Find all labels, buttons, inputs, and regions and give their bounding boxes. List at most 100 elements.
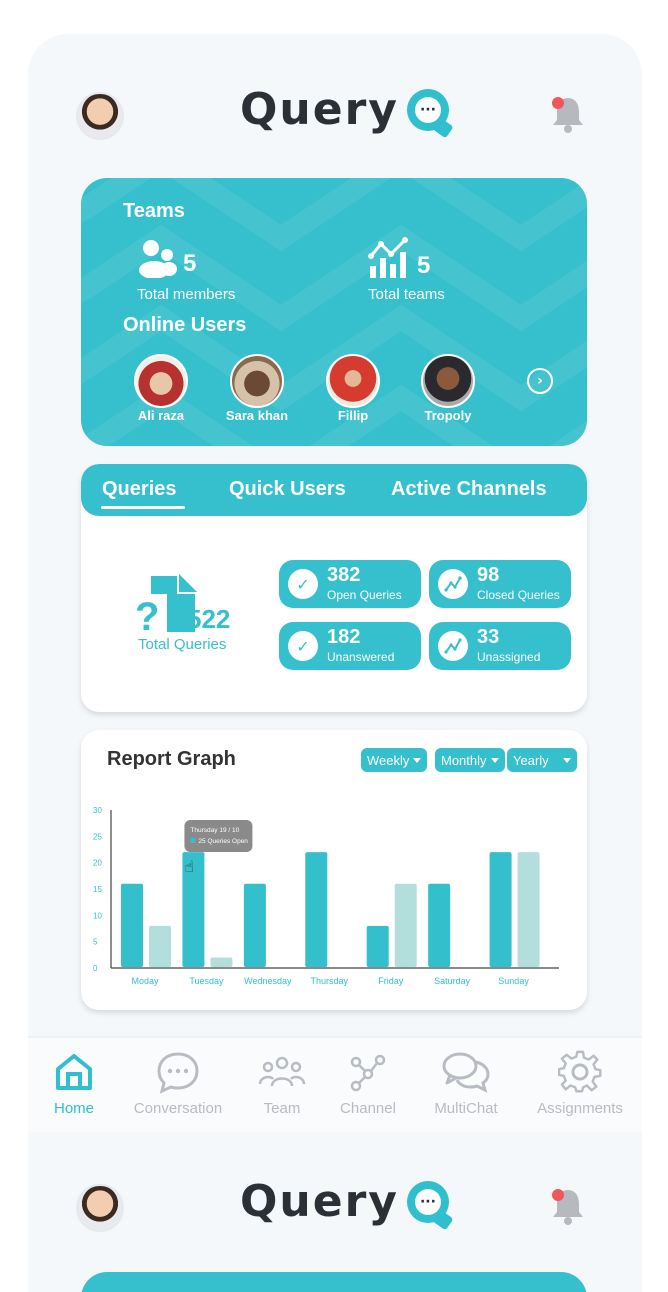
nav-channel[interactable]: Channel	[320, 1050, 416, 1117]
filter-label: Weekly	[367, 752, 410, 768]
stat-value: 382	[327, 564, 361, 586]
x-tick-label: Thursday	[311, 976, 349, 986]
chat-bubble-icon: ···	[406, 88, 449, 131]
teams-count: 5	[417, 252, 431, 279]
bottom-nav: Home Conversation Team Channel MultiChat…	[28, 1036, 642, 1132]
home-icon	[56, 1054, 92, 1090]
teams-card: Teams 5 Total members 5 Total teams Onli…	[81, 178, 587, 446]
next-users-button[interactable]: ›	[527, 368, 553, 394]
stat-label: Open Queries	[327, 588, 402, 602]
user-avatar	[421, 354, 475, 408]
online-user[interactable]: Ali raza	[121, 354, 201, 423]
teams-label: Total teams	[368, 286, 445, 303]
y-tick-label: 5	[93, 938, 98, 947]
stat-value: 182	[327, 626, 361, 648]
bar	[121, 883, 143, 967]
tab-queries[interactable]: Queries	[102, 478, 176, 501]
bar	[366, 925, 389, 967]
profile-avatar[interactable]	[76, 1184, 124, 1232]
y-tick-label: 25	[93, 832, 102, 841]
tooltip-title: Thursday 19 / 10	[190, 827, 239, 834]
members-count: 5	[183, 250, 197, 277]
chat-icon	[157, 1052, 199, 1094]
nav-conversation[interactable]: Conversation	[130, 1050, 226, 1117]
y-tick-label: 10	[93, 911, 102, 920]
x-tick-label: Sunday	[498, 976, 529, 986]
nav-label: MultiChat	[434, 1100, 498, 1117]
hand-cursor-icon: ☝	[184, 857, 194, 876]
unassigned-stat[interactable]: 33 Unassigned	[429, 622, 571, 670]
graph-title: Report Graph	[107, 748, 236, 770]
bar	[149, 925, 171, 967]
bar	[489, 852, 512, 967]
nav-multichat[interactable]: MultiChat	[418, 1050, 514, 1117]
unanswered-stat[interactable]: ✓ 182 Unanswered	[279, 622, 421, 670]
bell-icon[interactable]	[550, 94, 586, 134]
total-queries-count: 522	[187, 604, 231, 634]
nav-label: Home	[53, 1100, 94, 1117]
tooltip-text: 25 Queries Open	[198, 838, 248, 845]
bar	[305, 852, 328, 967]
gear-icon	[558, 1050, 602, 1093]
user-avatar	[134, 354, 188, 408]
y-tick-label: 15	[93, 885, 102, 894]
report-bar-chart: 0 5 10 15 20 25 30 Moday Tuesday Wednesday Thursda…	[93, 806, 559, 986]
check-icon: ✓	[288, 631, 318, 661]
chevron-right-icon: ›	[537, 373, 543, 389]
nav-team[interactable]: Team	[234, 1050, 330, 1117]
x-tick-label: Moday	[131, 976, 159, 986]
tab-quick-users[interactable]: Quick Users	[229, 478, 346, 501]
bar	[517, 852, 540, 967]
x-tick-label: Tuesday	[189, 976, 224, 986]
user-name: Tropoly	[424, 408, 472, 423]
nav-label: Assignments	[537, 1100, 623, 1117]
monthly-filter[interactable]: Monthly	[435, 748, 505, 772]
logo-text: Query	[240, 1176, 399, 1227]
online-user[interactable]: Tropoly	[408, 354, 488, 423]
open-queries-stat[interactable]: ✓ 382 Open Queries	[279, 560, 421, 608]
filter-label: Monthly	[441, 752, 487, 768]
online-user[interactable]: Sara khan	[217, 354, 297, 423]
user-name: Fillip	[337, 408, 369, 423]
yearly-filter[interactable]: Yearly	[507, 748, 577, 772]
y-tick-label: 20	[93, 859, 102, 868]
team-icon	[258, 1056, 306, 1087]
chat-bubble-icon: ···	[406, 1180, 449, 1223]
active-tab-indicator	[101, 506, 185, 509]
caret-down-icon	[490, 757, 499, 763]
teams-card-preview	[81, 1272, 587, 1292]
weekly-filter[interactable]: Weekly	[361, 748, 428, 772]
closed-queries-stat[interactable]: 98 Closed Queries	[429, 560, 571, 608]
channel-icon	[350, 1054, 386, 1092]
y-tick-label: 30	[93, 806, 102, 815]
caret-down-icon	[563, 757, 571, 763]
filter-label: Yearly	[513, 752, 549, 768]
trend-icon	[438, 569, 468, 599]
chart-growth-icon	[368, 237, 408, 278]
user-name: Sara khan	[225, 408, 289, 423]
report-graph-card: Report Graph Weekly Monthly Yearly 0 5 10 1…	[81, 730, 587, 1010]
nav-home[interactable]: Home	[28, 1050, 122, 1117]
total-queries-label: Total Queries	[138, 636, 227, 653]
trend-icon	[438, 631, 468, 661]
app-logo: Query ···	[240, 84, 449, 135]
online-user[interactable]: Fillip	[313, 354, 393, 423]
caret-down-icon	[413, 757, 422, 763]
svg-text:?: ?	[137, 595, 159, 636]
tab-active-channels[interactable]: Active Channels	[391, 478, 547, 501]
nav-label: Channel	[340, 1100, 396, 1117]
bar	[394, 883, 417, 967]
y-tick-label: 0	[93, 964, 98, 973]
stat-label: Unassigned	[477, 650, 541, 664]
tooltip-swatch	[190, 838, 196, 843]
nav-label: Conversation	[133, 1100, 223, 1117]
teams-title: Teams	[123, 200, 185, 222]
profile-avatar[interactable]	[76, 92, 124, 140]
bar	[243, 883, 266, 967]
bell-icon[interactable]	[550, 1186, 586, 1226]
x-tick-label: Wednesday	[244, 976, 292, 986]
check-icon: ✓	[288, 569, 318, 599]
nav-assignments[interactable]: Assignments	[532, 1050, 628, 1117]
teams-stat: 5	[367, 236, 430, 280]
app-screen: Query ··· Teams 5 Total members 5 Total …	[28, 34, 642, 1292]
